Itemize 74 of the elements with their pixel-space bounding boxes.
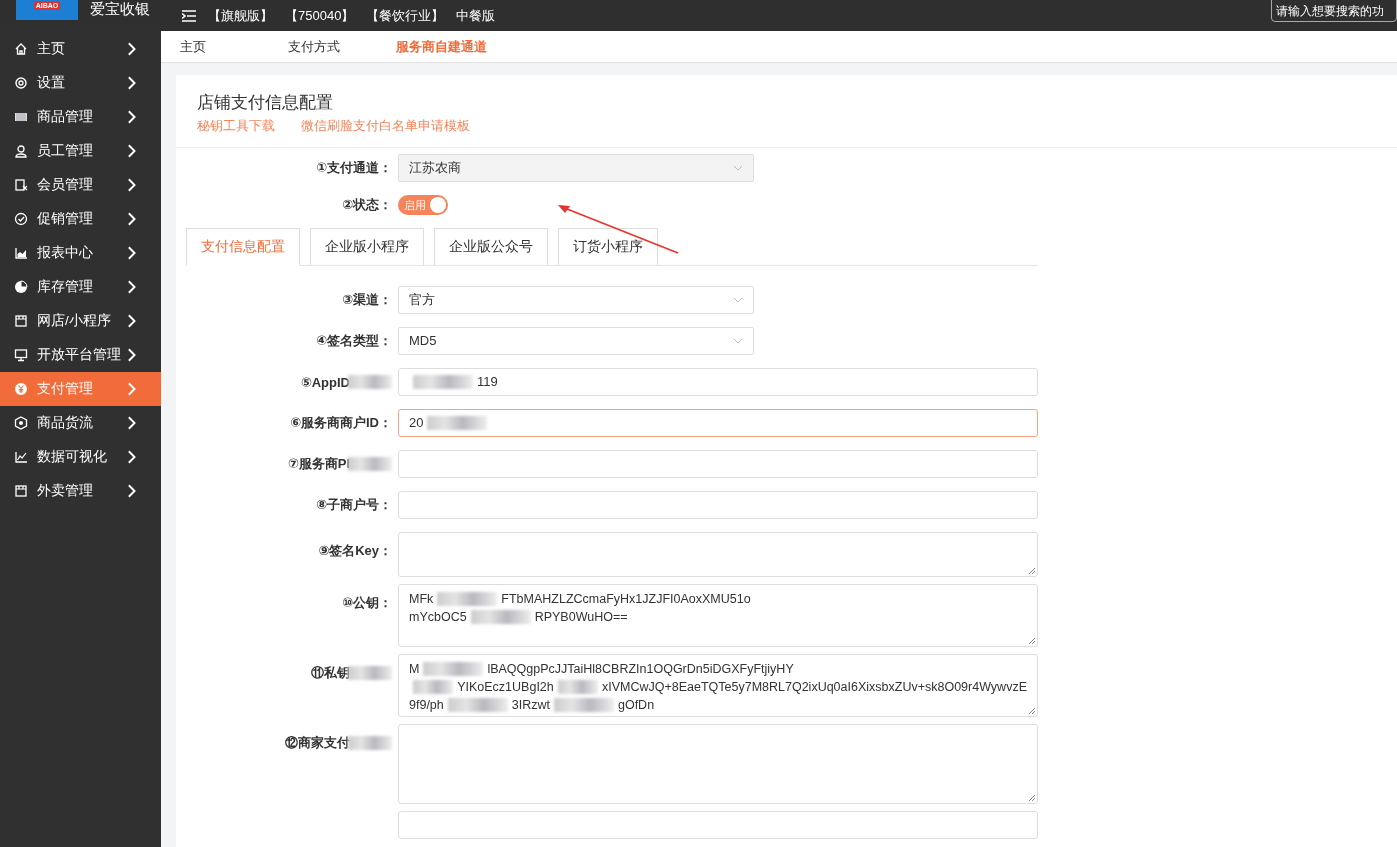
sidebar-label: 主页 (37, 40, 66, 58)
field-value: RPYB0WuHO== (534, 609, 628, 626)
sidebar-label: 促销管理 (37, 210, 94, 228)
sidebar-label: 商品管理 (37, 108, 94, 126)
sidebar-label: 报表中心 (37, 244, 94, 262)
select-field[interactable]: 官方 (398, 286, 754, 314)
sidebar-label: 会员管理 (37, 176, 94, 194)
sidebar-item[interactable]: 库存管理 (0, 270, 161, 304)
field-value: YIKoEcz1UBgI2h (457, 679, 554, 696)
breadcrumb-tab[interactable]: 主页 (180, 37, 288, 56)
field-label: ⑥服务商商户ID： (290, 414, 392, 432)
field-value: 9f9/ph (409, 697, 444, 714)
sidebar-label: 设置 (37, 74, 66, 92)
version-tag: 中餐版 (456, 6, 496, 25)
sidebar-item[interactable]: 商品货流 (0, 406, 161, 440)
field-label: ⑤AppID (300, 374, 350, 390)
text-area[interactable]: MFk FTbMAHZLZCcmaFyHx1JZJFI0AoxXMU51o mYcbOC5 RPYB0WuHO== (398, 584, 1038, 647)
sidebar-item[interactable]: 数据可视化 (0, 440, 161, 474)
sidebar-label: 支付管理 (37, 380, 94, 398)
field-label: ④签名类型： (316, 332, 392, 350)
sidebar-label: 数据可视化 (37, 448, 108, 466)
field-label: ⑨签名Key： (318, 542, 392, 560)
sidebar-label: 外卖管理 (37, 482, 94, 500)
select-field[interactable]: MD5 (398, 327, 754, 355)
field-label: ⑫商家支付 (285, 734, 350, 752)
brand-name: 爱宝收银 (90, 0, 150, 18)
field-value: 119 (477, 373, 498, 391)
sidebar-item[interactable]: 商品管理 (0, 100, 161, 134)
sidebar-item[interactable]: 设置 (0, 66, 161, 100)
field-value: M (409, 661, 420, 678)
sidebar-item[interactable]: 主页 (0, 32, 161, 66)
field-label: ①支付通道： (316, 159, 392, 177)
input-field[interactable]: 119 (398, 368, 1038, 396)
sidebar-item[interactable]: 开放平台管理 (0, 338, 161, 372)
field-value: 官方 (409, 291, 435, 309)
sidebar-item[interactable]: 员工管理 (0, 134, 161, 168)
sidebar-item[interactable]: 促销管理 (0, 202, 161, 236)
sidebar-item[interactable]: 报表中心 (0, 236, 161, 270)
sidebar-item[interactable]: 外卖管理 (0, 474, 161, 508)
field-label: ②状态： (342, 196, 392, 214)
breadcrumb-tab[interactable]: 支付方式 (288, 37, 396, 56)
field-value: xIVMCwJQ+8EaeTQTe5y7M8RL7Q2ixUq0aI6XixsbxZUv+sk8O09r4WywvzE (601, 679, 1027, 696)
field-label: ③渠道： (342, 291, 392, 309)
version-tag: 【旗舰版】 (208, 6, 273, 25)
sidebar-item[interactable]: 会员管理 (0, 168, 161, 202)
text-area[interactable]: M lBAQQgpPcJJTaiHl8CBRZIn1OQGrDn5iDGXFyFtjiyHY YIKoEcz1UBgI2h xIVMCwJQ+8EaeTQTe5y7M8RL7Q2ixUq0aI6XixsbxZUv+sk8O09r4WywvzE 9f9/ph 3IRzwt gOfDn (398, 654, 1038, 717)
field-value: 3IRzwt (511, 697, 550, 714)
field-value: mYcbOC5 (409, 609, 467, 626)
card-title: 店铺支付信息配置 (197, 92, 334, 114)
field-value: 20 (409, 414, 424, 432)
version-tag: 【餐饮行业】 (366, 6, 445, 25)
input-field[interactable]: 20 (398, 409, 1038, 437)
tab[interactable]: 企业版小程序 (310, 228, 424, 265)
sidebar-label: 网店/小程序 (37, 312, 112, 330)
tab[interactable]: 订货小程序 (558, 228, 658, 265)
field-value: 江苏农商 (409, 159, 461, 177)
field-label: ⑪私钥 (311, 664, 350, 682)
search-field[interactable]: 请输入想要搜索的功 (1271, 0, 1397, 22)
sidebar-item[interactable]: 网店/小程序 (0, 304, 161, 338)
field-value: gOfDn (617, 697, 655, 714)
field-value: FTbMAHZLZCcmaFyHx1JZJFI0AoxXMU51o (501, 591, 751, 608)
field-label: ⑩公钥： (342, 594, 392, 612)
field-value: MD5 (409, 332, 437, 350)
sidebar-label: 开放平台管理 (37, 346, 122, 364)
field-value: lBAQQgpPcJJTaiHl8CBRZIn1OQGrDn5iDGXFyFtjiyHY (487, 661, 794, 678)
field-value: MFk (409, 591, 434, 608)
sidebar-label: 库存管理 (37, 278, 94, 296)
field-label: ⑦服务商PI (287, 455, 350, 473)
version-tag: 【750040】 (285, 6, 355, 25)
select-field[interactable]: 江苏农商 (398, 154, 754, 182)
field-label: ⑧子商户号： (316, 496, 392, 514)
sidebar-label: 商品货流 (37, 414, 94, 432)
sidebar-label: 员工管理 (37, 142, 94, 160)
tab[interactable]: 企业版公众号 (434, 228, 548, 265)
